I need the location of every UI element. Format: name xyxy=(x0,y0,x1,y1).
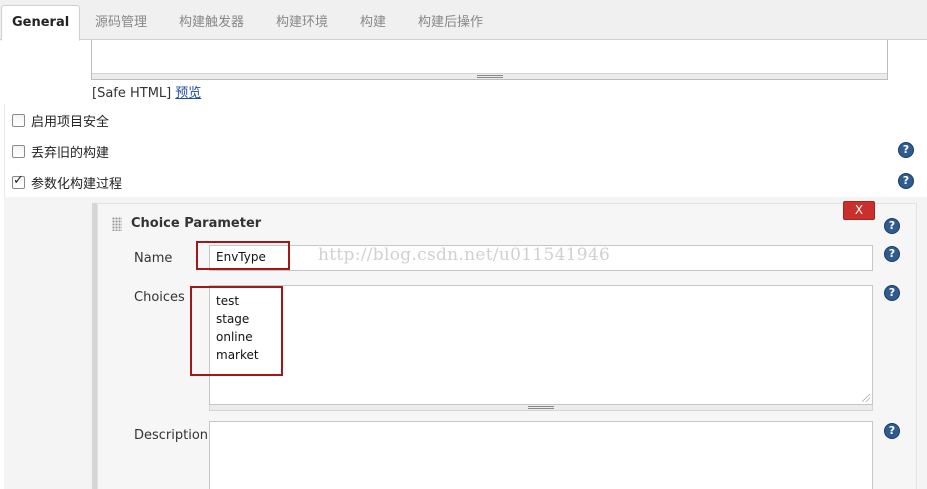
highlight-box-name xyxy=(196,241,290,270)
option-label: 丢弃旧的构建 xyxy=(31,145,110,161)
highlight-box-choices xyxy=(190,286,283,376)
help-icon[interactable]: ? xyxy=(884,246,900,262)
help-icon[interactable]: ? xyxy=(884,218,900,234)
help-icon[interactable]: ? xyxy=(898,173,914,189)
safe-html-note: [Safe HTML] 预览 xyxy=(92,82,201,101)
help-icon[interactable]: ? xyxy=(898,142,914,158)
preview-link[interactable]: 预览 xyxy=(175,86,201,101)
option-discard-old-builds[interactable]: 丢弃旧的构建 xyxy=(12,142,110,161)
parameter-title: Choice Parameter xyxy=(131,216,262,231)
description-textarea[interactable] xyxy=(209,421,873,489)
help-icon[interactable]: ? xyxy=(884,285,900,301)
resize-corner-icon[interactable] xyxy=(862,394,870,402)
option-parameterized-build[interactable]: 参数化构建过程 xyxy=(12,173,123,192)
checkbox-parameterized-build[interactable] xyxy=(12,173,25,189)
checkbox-project-security[interactable] xyxy=(12,113,25,127)
choice-item: market xyxy=(216,348,259,362)
help-icon[interactable]: ? xyxy=(884,423,900,439)
choices-label: Choices xyxy=(134,290,185,305)
option-label: 启用项目安全 xyxy=(31,114,110,130)
drag-handle-icon[interactable] xyxy=(112,217,122,231)
tab-source-control[interactable]: 源码管理 xyxy=(89,9,153,37)
checkbox-discard-old-builds[interactable] xyxy=(12,144,25,158)
textarea-resize-grip[interactable] xyxy=(209,405,873,411)
choice-item: stage xyxy=(216,312,250,326)
safe-html-label: [Safe HTML] xyxy=(92,86,172,101)
tab-bar: General 源码管理 构建触发器 构建环境 构建 构建后操作 xyxy=(0,0,927,41)
tab-post-build[interactable]: 构建后操作 xyxy=(412,9,489,37)
description-label: Description xyxy=(134,428,209,443)
tab-build-triggers[interactable]: 构建触发器 xyxy=(173,9,250,37)
textarea-resize-grip[interactable] xyxy=(92,73,887,79)
choice-item: online xyxy=(216,330,253,344)
project-description-textarea[interactable] xyxy=(91,40,888,80)
delete-parameter-button[interactable]: X xyxy=(843,201,875,220)
tab-build-environment[interactable]: 构建环境 xyxy=(270,9,334,37)
option-enable-project-security[interactable]: 启用项目安全 xyxy=(12,111,110,130)
tab-general[interactable]: General xyxy=(1,5,81,41)
choices-textarea[interactable]: test stage online market xyxy=(209,285,873,405)
choice-item: test xyxy=(216,294,240,308)
option-label: 参数化构建过程 xyxy=(31,176,123,192)
name-label: Name xyxy=(134,251,173,266)
tab-build[interactable]: 构建 xyxy=(354,9,392,37)
watermark: http://blog.csdn.net/u011541946 xyxy=(318,245,611,265)
